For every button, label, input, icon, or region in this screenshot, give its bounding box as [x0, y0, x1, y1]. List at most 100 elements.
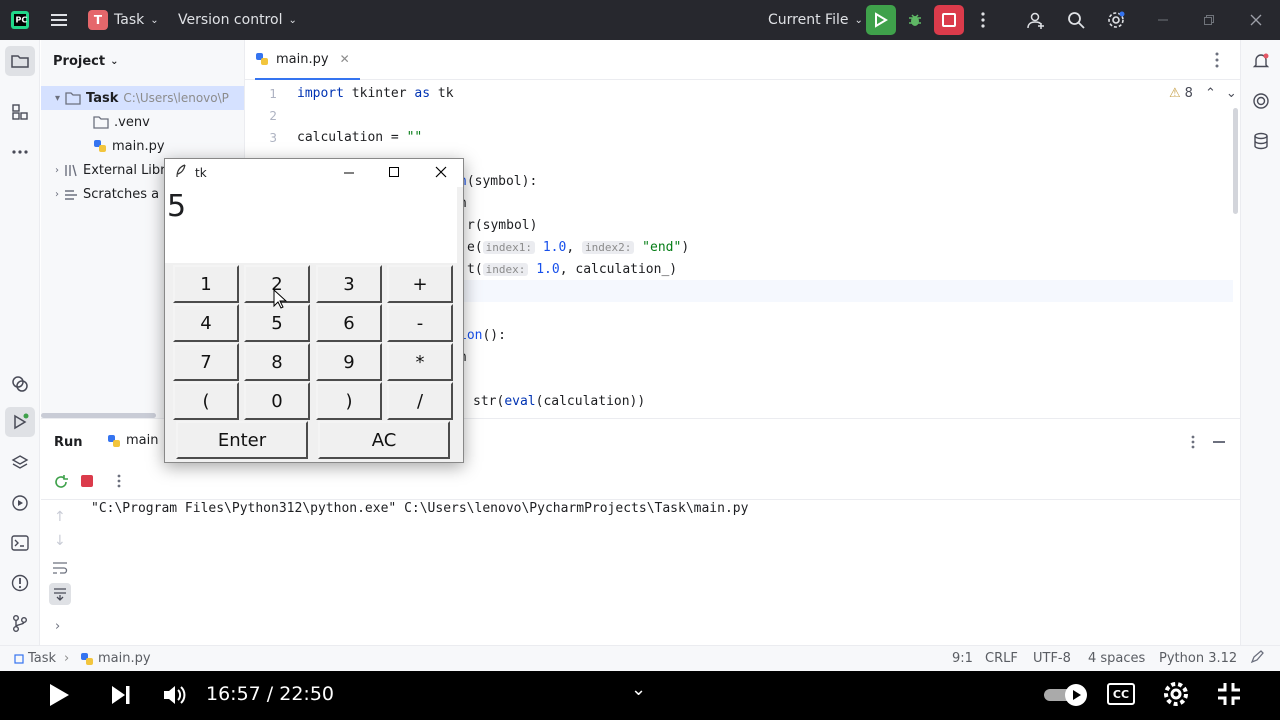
- breadcrumb-project[interactable]: Task: [14, 651, 56, 666]
- code-line[interactable]: r(symbol): [467, 215, 537, 237]
- stop-icon[interactable]: [934, 5, 964, 35]
- calc-button-plus[interactable]: +: [387, 265, 453, 303]
- chevron-down-icon[interactable]: ⌄: [631, 679, 646, 700]
- database-icon[interactable]: [1246, 126, 1276, 156]
- run-tool-icon[interactable]: [5, 407, 35, 437]
- chevron-up-icon[interactable]: ⌃: [1205, 86, 1216, 101]
- close-icon[interactable]: [435, 166, 447, 182]
- autoplay-toggle[interactable]: [1044, 683, 1088, 711]
- python-interpreter[interactable]: Python 3.12: [1159, 651, 1237, 666]
- volume-icon[interactable]: [162, 683, 188, 711]
- captions-button[interactable]: CC: [1107, 683, 1135, 705]
- calc-button-close-paren[interactable]: ): [316, 382, 382, 420]
- maximize-icon[interactable]: [388, 166, 400, 182]
- chevron-down-icon[interactable]: ⌄: [1226, 86, 1237, 101]
- tree-item-task[interactable]: ▾ Task C:\Users\lenovo\P: [55, 86, 229, 110]
- soft-wrap-icon[interactable]: [52, 561, 68, 579]
- calc-button-4[interactable]: 4: [173, 304, 239, 342]
- tab-main-py[interactable]: main.py ✕: [255, 40, 360, 80]
- ai-assistant-icon[interactable]: [1246, 86, 1276, 116]
- code-line[interactable]: t(index: 1.0, calculation_): [467, 259, 677, 281]
- calc-button-clear[interactable]: AC: [318, 421, 450, 459]
- next-icon[interactable]: [110, 684, 132, 710]
- tree-item-venv[interactable]: .venv: [93, 110, 150, 134]
- code-line[interactable]: str(eval(calculation)): [473, 391, 645, 413]
- project-panel-header[interactable]: Project ⌄: [53, 49, 118, 73]
- settings-gear-icon[interactable]: [1163, 681, 1189, 711]
- calc-button-multiply[interactable]: *: [387, 343, 453, 381]
- file-encoding[interactable]: UTF-8: [1033, 651, 1071, 666]
- read-only-lock-icon[interactable]: [1250, 649, 1264, 668]
- search-icon[interactable]: [1061, 5, 1091, 35]
- run-tab-main[interactable]: main: [107, 433, 158, 448]
- pycharm-logo-icon[interactable]: PC: [5, 5, 35, 35]
- chevron-right-icon[interactable]: ›: [55, 619, 60, 634]
- services-icon[interactable]: [5, 488, 35, 518]
- calc-button-8[interactable]: 8: [244, 343, 310, 381]
- code-line[interactable]: calculation = "": [297, 127, 422, 149]
- exit-fullscreen-icon[interactable]: [1217, 682, 1241, 710]
- breadcrumb-file[interactable]: main.py: [80, 651, 151, 666]
- calc-button-enter[interactable]: Enter: [176, 421, 308, 459]
- play-icon[interactable]: [48, 683, 70, 711]
- tk-title-bar[interactable]: tk: [165, 159, 463, 187]
- close-tab-icon[interactable]: ✕: [340, 52, 350, 66]
- python-packages-icon[interactable]: [5, 369, 35, 399]
- minimize-panel-icon[interactable]: [1213, 441, 1225, 443]
- more-vertical-icon[interactable]: [1191, 435, 1195, 453]
- calc-button-open-paren[interactable]: (: [173, 382, 239, 420]
- arrow-down-icon[interactable]: ↓: [54, 533, 66, 549]
- calc-button-divide[interactable]: /: [387, 382, 453, 420]
- calc-button-minus[interactable]: -: [387, 304, 453, 342]
- layers-icon[interactable]: [5, 448, 35, 478]
- console-output[interactable]: "C:\Program Files\Python312\python.exe" …: [91, 501, 748, 516]
- run-config-selector[interactable]: Current File ⌄: [768, 0, 863, 40]
- arrow-up-icon[interactable]: ↑: [54, 509, 66, 525]
- notifications-bell-icon[interactable]: [1246, 46, 1276, 76]
- tk-feather-icon: [175, 164, 187, 182]
- git-icon[interactable]: [5, 608, 35, 638]
- tree-item-external-libraries[interactable]: › External Libr: [55, 158, 166, 182]
- vcs-menu[interactable]: Version control ⌄: [178, 0, 297, 40]
- more-horizontal-icon[interactable]: [5, 137, 35, 167]
- more-vertical-icon[interactable]: [968, 5, 998, 35]
- scroll-to-end-icon[interactable]: [49, 583, 71, 605]
- tree-item-scratches[interactable]: › Scratches a: [55, 182, 159, 206]
- code-line[interactable]: e(index1: 1.0, index2: "end"): [467, 237, 689, 259]
- code-line[interactable]: ion():: [459, 325, 506, 347]
- settings-gear-icon[interactable]: [1101, 5, 1131, 35]
- close-icon[interactable]: [1241, 5, 1271, 35]
- calc-button-3[interactable]: 3: [316, 265, 382, 303]
- restore-icon[interactable]: [1194, 5, 1224, 35]
- debug-bug-icon[interactable]: [900, 5, 930, 35]
- add-user-icon[interactable]: [1021, 5, 1051, 35]
- rerun-icon[interactable]: [866, 5, 896, 35]
- tree-item-main-py[interactable]: main.py: [93, 134, 165, 158]
- calc-button-6[interactable]: 6: [316, 304, 382, 342]
- main-menu-icon[interactable]: [44, 5, 74, 35]
- stop-icon[interactable]: [81, 475, 93, 487]
- minimize-icon[interactable]: [1148, 5, 1178, 35]
- code-line[interactable]: n(symbol):: [459, 171, 537, 193]
- problems-icon[interactable]: [5, 568, 35, 598]
- more-vertical-icon[interactable]: [117, 474, 121, 492]
- more-vertical-icon[interactable]: [1215, 52, 1219, 72]
- caret-position[interactable]: 9:1: [952, 651, 973, 666]
- project-folder-icon[interactable]: [5, 46, 35, 76]
- vertical-scrollbar[interactable]: [1233, 108, 1238, 214]
- calc-button-9[interactable]: 9: [316, 343, 382, 381]
- structure-icon[interactable]: [5, 97, 35, 127]
- calc-button-1[interactable]: 1: [173, 265, 239, 303]
- line-separator[interactable]: CRLF: [985, 651, 1018, 666]
- indent-setting[interactable]: 4 spaces: [1088, 651, 1145, 666]
- code-line[interactable]: import tkinter as tk: [297, 83, 454, 105]
- calc-button-7[interactable]: 7: [173, 343, 239, 381]
- minimize-icon[interactable]: [343, 167, 355, 183]
- inspection-widget[interactable]: ⚠ 8 ⌃ ⌄: [1169, 86, 1237, 101]
- rerun-icon[interactable]: [53, 474, 69, 494]
- calc-button-0[interactable]: 0: [244, 382, 310, 420]
- chevron-down-icon: ⌄: [110, 55, 119, 67]
- terminal-icon[interactable]: [5, 528, 35, 558]
- project-switcher[interactable]: T Task ⌄: [88, 0, 159, 40]
- calculator-display[interactable]: 5: [165, 187, 457, 263]
